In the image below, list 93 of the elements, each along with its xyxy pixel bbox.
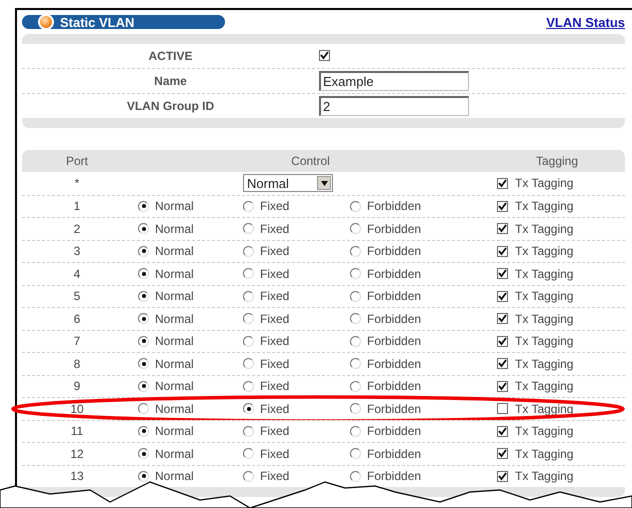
- tx-tagging-checkbox[interactable]: Tx Tagging: [489, 266, 625, 281]
- port-cell-text: *: [74, 176, 80, 190]
- control-radio[interactable]: Normal: [132, 289, 237, 304]
- control-radio[interactable]: Normal: [132, 402, 237, 416]
- port-cell-text: 7: [72, 334, 82, 348]
- control-radio[interactable]: Fixed: [237, 289, 344, 304]
- control-radio[interactable]: Forbidden: [344, 289, 489, 304]
- tx-tagging-checkbox[interactable]: Tx Tagging: [489, 356, 625, 371]
- tx-tagging-checkbox[interactable]: Tx Tagging: [489, 446, 625, 461]
- text-field[interactable]: 2: [319, 96, 469, 116]
- control-radio[interactable]: Fixed: [237, 402, 344, 416]
- control-radio[interactable]: Forbidden: [344, 266, 489, 281]
- control-radio[interactable]: Normal: [132, 356, 237, 371]
- checkbox[interactable]: [497, 403, 508, 414]
- control-radio[interactable]: Normal: [132, 244, 237, 258]
- control-radio[interactable]: Fixed: [237, 312, 344, 326]
- checkbox[interactable]: [497, 448, 508, 460]
- control-radio[interactable]: Normal: [132, 312, 237, 326]
- vlan-status-link[interactable]: VLAN Status: [546, 14, 625, 30]
- tx-tagging-checkbox[interactable]: Tx Tagging: [489, 424, 625, 438]
- tx-tagging-checkbox[interactable]: Tx Tagging: [489, 222, 625, 236]
- control-radio[interactable]: Fixed: [237, 424, 344, 438]
- control-radio[interactable]: Fixed: [237, 244, 344, 258]
- control-radio[interactable]: Normal: [132, 334, 237, 348]
- control-radio[interactable]: Normal: [132, 222, 237, 236]
- control-radio[interactable]: Normal: [132, 266, 237, 281]
- tx-tagging-checkbox[interactable]: Tx Tagging: [489, 469, 625, 484]
- control-radio[interactable]: Forbidden: [344, 469, 489, 484]
- control-radio[interactable]: Normal: [132, 469, 237, 484]
- tx-tagging-checkbox[interactable]: Tx Tagging: [489, 379, 625, 394]
- column-header: Tagging: [534, 154, 580, 168]
- control-radio[interactable]: Forbidden: [344, 424, 489, 438]
- tx-tagging-checkbox[interactable]: Tx Tagging: [489, 199, 625, 214]
- control-radio[interactable]: Fixed: [237, 222, 344, 236]
- port-cell-text: 13: [69, 469, 85, 484]
- control-radio[interactable]: Fixed: [237, 266, 344, 281]
- control-radio[interactable]: Fixed: [237, 446, 344, 461]
- control-radio[interactable]: Normal: [132, 379, 237, 394]
- checkbox[interactable]: [497, 380, 508, 392]
- column-header: Control: [290, 154, 331, 168]
- column-header: Port: [64, 154, 89, 168]
- checkbox[interactable]: [319, 50, 330, 61]
- port-cell-text: 11: [70, 424, 84, 438]
- tx-tagging-checkbox[interactable]: Tx Tagging: [489, 334, 625, 348]
- checkbox[interactable]: [497, 313, 508, 324]
- field-label: Name: [153, 74, 188, 88]
- control-radio[interactable]: Fixed: [237, 199, 344, 214]
- checkbox[interactable]: [497, 246, 508, 257]
- checkbox[interactable]: [497, 426, 508, 437]
- port-cell-text: 1: [72, 199, 82, 214]
- control-radio[interactable]: Forbidden: [344, 334, 489, 348]
- control-radio[interactable]: Normal: [132, 446, 237, 461]
- control-radio[interactable]: Fixed: [237, 334, 344, 348]
- control-radio[interactable]: Fixed: [237, 379, 344, 394]
- port-cell-text: 9: [72, 379, 82, 394]
- checkbox[interactable]: [497, 358, 508, 370]
- control-radio[interactable]: Forbidden: [344, 222, 489, 236]
- control-radio[interactable]: Fixed: [237, 469, 344, 484]
- control-radio[interactable]: Forbidden: [344, 379, 489, 394]
- checkbox[interactable]: [497, 268, 508, 280]
- control-radio[interactable]: Forbidden: [344, 199, 489, 214]
- checkbox[interactable]: [497, 290, 508, 302]
- control-radio[interactable]: Normal: [132, 424, 237, 438]
- checkbox[interactable]: [497, 178, 508, 189]
- checkbox[interactable]: [497, 223, 508, 234]
- port-cell-text: 3: [72, 244, 82, 258]
- section-title: Static VLAN: [60, 14, 134, 30]
- port-cell-text: 12: [69, 446, 85, 461]
- control-radio[interactable]: Forbidden: [344, 312, 489, 326]
- control-radio[interactable]: Fixed: [237, 356, 344, 371]
- tx-tagging-checkbox[interactable]: Tx Tagging: [489, 176, 625, 190]
- control-radio[interactable]: Forbidden: [344, 402, 489, 416]
- checkbox[interactable]: [497, 470, 508, 482]
- port-cell-text: 10: [69, 402, 85, 416]
- tx-tagging-checkbox[interactable]: Tx Tagging: [489, 289, 625, 304]
- port-cell-text: 6: [72, 312, 82, 326]
- checkbox[interactable]: [497, 200, 508, 212]
- port-cell-text: 4: [72, 266, 82, 281]
- text-field[interactable]: Example: [319, 71, 469, 91]
- control-radio[interactable]: Normal: [132, 199, 237, 214]
- control-radio[interactable]: Forbidden: [344, 446, 489, 461]
- port-cell-text: 5: [72, 289, 82, 304]
- tx-tagging-checkbox[interactable]: Tx Tagging: [489, 244, 625, 258]
- port-cell-text: 8: [72, 356, 82, 371]
- field-label: VLAN Group ID: [126, 99, 216, 113]
- checkbox[interactable]: [497, 336, 508, 347]
- field-label: ACTIVE: [147, 49, 194, 63]
- control-radio[interactable]: Forbidden: [344, 244, 489, 258]
- orb-icon: [38, 14, 54, 30]
- tx-tagging-checkbox[interactable]: Tx Tagging: [489, 312, 625, 326]
- port-cell-text: 2: [72, 222, 82, 236]
- control-radio[interactable]: Forbidden: [344, 356, 489, 371]
- control-dropdown[interactable]: Normal: [243, 174, 333, 192]
